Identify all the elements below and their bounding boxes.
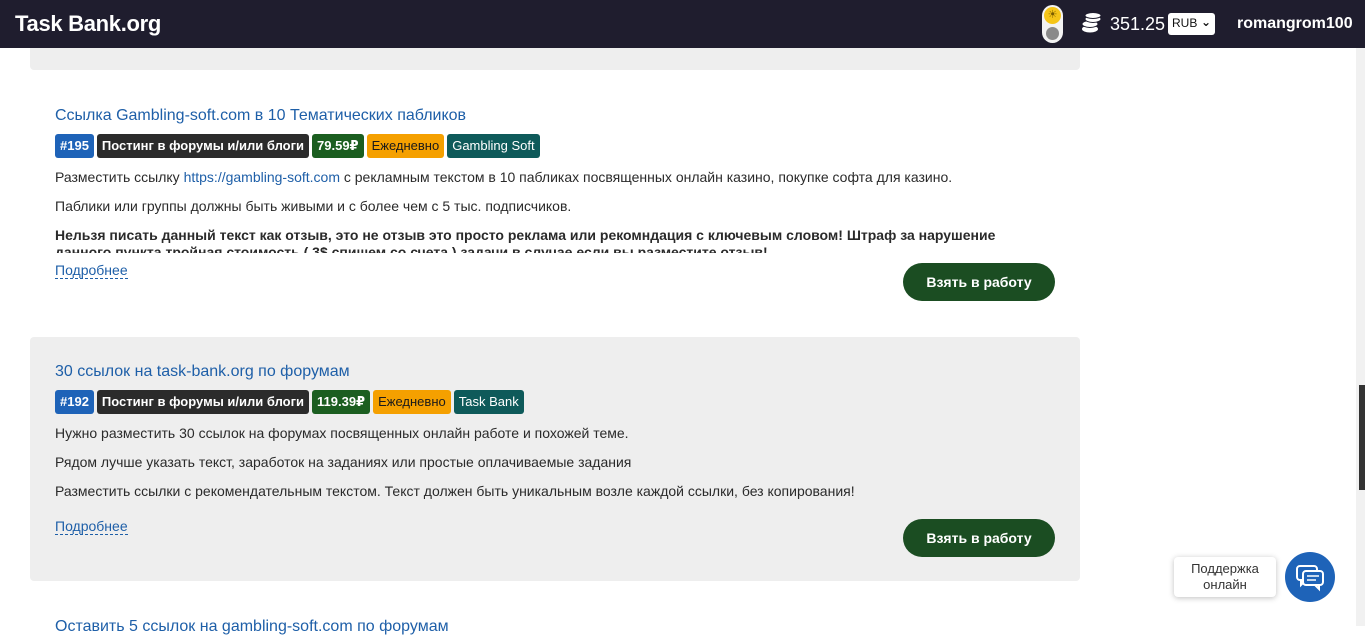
client-badge: Task Bank [453, 390, 524, 414]
description-text: Разместить ссылку [55, 169, 184, 185]
support-label-line: онлайн [1203, 577, 1247, 592]
task-id-badge: #192 [55, 390, 94, 414]
site-logo[interactable]: Task Bank.org [15, 11, 161, 37]
toggle-knob [1046, 27, 1059, 40]
task-badges: #192 Постинг в форумы и/или блоги 119.39… [55, 390, 524, 414]
description-line: Нужно разместить 30 ссылок на форумах по… [55, 425, 629, 441]
coins-icon [1081, 12, 1102, 33]
chevron-down-icon: ⌄ [1200, 15, 1211, 29]
frequency-badge: Ежедневно [373, 390, 451, 414]
task-title[interactable]: Оставить 5 ссылок на gambling-soft.com п… [55, 618, 449, 636]
task-badges: #195 Постинг в форумы и/или блоги 79.59₽… [55, 134, 540, 158]
task-title[interactable]: 30 ссылок на task-bank.org по форумам [55, 363, 350, 381]
task-id-badge: #195 [55, 134, 94, 158]
scrollbar-thumb[interactable] [1359, 385, 1365, 490]
description-link[interactable]: https://gambling-soft.com [184, 169, 340, 185]
category-badge: Постинг в форумы и/или блоги [96, 390, 310, 414]
currency-value: RUB [1172, 16, 1198, 30]
category-badge: Постинг в форумы и/или блоги [96, 134, 310, 158]
support-label[interactable]: Поддержка онлайн [1174, 557, 1276, 597]
scrollbar-track[interactable] [1356, 48, 1365, 626]
description-line: Рядом лучше указать текст, заработок на … [55, 454, 632, 470]
sun-icon: ☀ [1044, 7, 1061, 24]
support-chat-button[interactable] [1285, 552, 1335, 602]
description-line: Паблики или группы должны быть живыми и … [55, 198, 572, 214]
take-task-button[interactable]: Взять в работу [903, 263, 1055, 301]
theme-toggle[interactable]: ☀ [1042, 5, 1063, 43]
task-title[interactable]: Ссылка Gambling-soft.com в 10 Тематическ… [55, 107, 466, 125]
chat-icon [1296, 565, 1324, 592]
task-card: Ссылка Gambling-soft.com в 10 Тематическ… [30, 82, 1080, 322]
description-line: Разместить ссылки с рекомендательным тек… [55, 483, 855, 499]
frequency-badge: Ежедневно [366, 134, 445, 158]
user-menu[interactable]: romangrom100 [1237, 15, 1353, 33]
description-line: Разместить ссылку https://gambling-soft.… [55, 169, 1055, 198]
details-link[interactable]: Подробнее [55, 262, 128, 279]
support-label-line: Поддержка [1191, 561, 1259, 576]
details-link[interactable]: Подробнее [55, 518, 128, 535]
take-task-button[interactable]: Взять в работу [903, 519, 1055, 557]
price-badge: 119.39₽ [312, 390, 371, 414]
description-warning: Нельзя писать данный текст как отзыв, эт… [55, 227, 996, 253]
balance-amount: 351.25 [1110, 14, 1166, 34]
description-text: с рекламным текстом в 10 пабликах посвящ… [339, 169, 953, 185]
task-description: Разместить ссылку https://gambling-soft.… [55, 169, 1055, 253]
client-badge: Gambling Soft [447, 134, 540, 158]
task-card: 30 ссылок на task-bank.org по форумам #1… [30, 337, 1080, 581]
currency-select[interactable]: RUB ⌄ [1168, 13, 1215, 35]
price-badge: 79.59₽ [312, 134, 364, 158]
top-navbar: Task Bank.org ☀ 351.25 RUB ⌄ romangrom10… [0, 0, 1365, 48]
task-description: Нужно разместить 30 ссылок на форумах по… [55, 425, 1055, 512]
